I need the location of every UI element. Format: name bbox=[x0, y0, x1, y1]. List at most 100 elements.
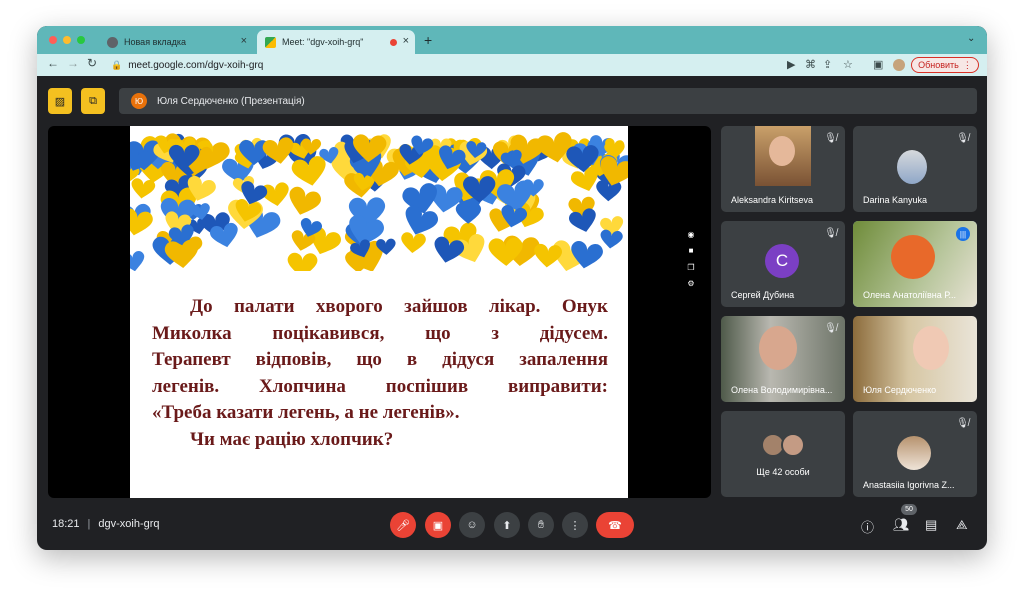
layers-icon[interactable]: ❐ bbox=[687, 263, 694, 272]
participant-avatar bbox=[897, 150, 927, 184]
participant-tile[interactable]: С 🎙︎̸ Сергей Дубина bbox=[721, 221, 845, 307]
tab-meet[interactable]: Meet: "dgv-xoih-grq" × bbox=[257, 30, 415, 54]
meet-top-bar: ▨ ⧉ Ю Юля Сердюченко (Презентація) bbox=[37, 76, 987, 122]
share-icon[interactable]: ⇪ bbox=[823, 58, 832, 71]
settings-gear-icon[interactable]: ⚙ bbox=[687, 279, 694, 288]
mic-off-icon: 🎙︎̸ bbox=[824, 133, 837, 144]
camera-icon[interactable]: ◉ bbox=[688, 230, 695, 239]
translate-icon[interactable]: ⌘ bbox=[805, 58, 816, 71]
divider: | bbox=[87, 518, 91, 530]
camera-blocked-icon[interactable]: ▶ bbox=[787, 58, 795, 71]
tab-title: Meet: "dgv-xoih-grq" bbox=[282, 37, 364, 47]
participant-face bbox=[769, 136, 795, 166]
sidepanel-icon[interactable]: ▣ bbox=[873, 58, 883, 71]
present-screen-icon: ⬆ bbox=[502, 519, 512, 532]
heart-shape bbox=[287, 252, 318, 271]
browser-window: Новая вкладка × Meet: "dgv-xoih-grq" × +… bbox=[37, 26, 987, 550]
stop-presenting-icon[interactable]: ▨ bbox=[48, 88, 72, 114]
participant-name: Anastasiia Igorivna Z... bbox=[863, 480, 955, 490]
heart-shape bbox=[130, 250, 147, 271]
meeting-controls: 18:21 | dgv-xoih-grq 🎤︎ ▣ ☺ ⬆ ✋︎ ⋮ ☎ ⓘ 5… bbox=[37, 504, 987, 550]
more-participants-label: Ще 42 особи bbox=[756, 467, 810, 477]
slide-text: До палати хворого зайшов лікар. Онук Мик… bbox=[152, 294, 608, 453]
close-window-button[interactable] bbox=[49, 36, 57, 44]
participant-name: Олена Володимирівна... bbox=[731, 385, 833, 395]
back-icon[interactable]: ← bbox=[47, 56, 59, 70]
participant-tile[interactable]: 🎙︎̸ Anastasiia Igorivna Z... bbox=[853, 411, 977, 497]
chat-icon[interactable]: ▤ bbox=[925, 517, 937, 533]
camera-off-icon: ▣ bbox=[432, 519, 444, 532]
video-icon[interactable]: ■ bbox=[689, 246, 694, 255]
participant-tile[interactable]: 🎙︎̸ Aleksandra Kiritseva bbox=[721, 126, 845, 212]
participant-name: Aleksandra Kiritseva bbox=[731, 195, 814, 205]
more-participants-tile[interactable]: Ще 42 особи bbox=[721, 411, 845, 497]
new-tab-button[interactable]: + bbox=[424, 32, 432, 48]
participant-tile[interactable]: Юля Сердюченко bbox=[853, 316, 977, 402]
meeting-info: 18:21 | dgv-xoih-grq bbox=[52, 518, 160, 530]
participant-name: Олена Анатоліївна Р... bbox=[863, 290, 957, 300]
url-text: meet.google.com/dgv-xoih-grq bbox=[128, 59, 264, 71]
raise-hand-button[interactable]: ✋︎ bbox=[528, 512, 554, 538]
participant-face bbox=[759, 326, 797, 370]
address-bar[interactable]: 🔒 meet.google.com/dgv-xoih-grq bbox=[103, 56, 903, 74]
present-button[interactable]: ⬆ bbox=[494, 512, 520, 538]
heart-shape bbox=[284, 185, 323, 220]
presentation-side-controls: ◉ ■ ❐ ⚙ bbox=[684, 226, 698, 292]
participant-tile[interactable]: 🎙︎̸ Олена Володимирівна... bbox=[721, 316, 845, 402]
participant-name: Darina Kanyuka bbox=[863, 195, 928, 205]
participant-avatar bbox=[897, 436, 931, 470]
participant-face bbox=[913, 326, 949, 370]
participant-tile[interactable]: 🎙︎̸ Darina Kanyuka bbox=[853, 126, 977, 212]
mic-off-icon: 🎙︎̸ bbox=[824, 323, 837, 334]
pin-presentation-icon[interactable]: ⧉ bbox=[81, 88, 105, 114]
slide-line: Терапевт відповів, що в дідуся запалення bbox=[152, 349, 608, 370]
meeting-time: 18:21 bbox=[52, 518, 80, 530]
profile-avatar[interactable] bbox=[893, 59, 905, 71]
mic-off-icon: 🎙︎̸ bbox=[956, 133, 969, 144]
tab-title: Новая вкладка bbox=[124, 37, 187, 47]
participant-name: Сергей Дубина bbox=[731, 290, 795, 300]
hearts-decoration bbox=[130, 130, 628, 271]
more-options-button[interactable]: ⋮ bbox=[562, 512, 588, 538]
reload-icon[interactable]: ↻ bbox=[87, 56, 97, 70]
mic-off-button[interactable]: 🎤︎ bbox=[390, 512, 416, 538]
heart-shape bbox=[130, 177, 156, 201]
participant-initial-avatar: С bbox=[765, 244, 799, 278]
slide: До палати хворого зайшов лікар. Онук Мик… bbox=[130, 126, 628, 498]
people-icon[interactable]: 👥︎ bbox=[893, 517, 910, 533]
tab-new-tab[interactable]: Новая вкладка × bbox=[101, 30, 253, 54]
end-call-button[interactable]: ☎ bbox=[596, 512, 634, 538]
participant-tile-speaking[interactable]: ||| Олена Анатоліївна Р... bbox=[853, 221, 977, 307]
menu-dots-icon: ⋮ bbox=[962, 59, 972, 70]
presentation-stage: До палати хворого зайшов лікар. Онук Мик… bbox=[48, 126, 711, 498]
presenter-avatar: Ю bbox=[131, 93, 147, 109]
meet-icon bbox=[265, 36, 276, 48]
speaking-indicator-icon: ||| bbox=[956, 227, 970, 241]
slide-line: «Треба казати легень, а не легенів». bbox=[152, 402, 460, 423]
update-label: Обновить bbox=[918, 60, 959, 70]
info-icon[interactable]: ⓘ bbox=[861, 517, 874, 536]
people-count-badge: 50 bbox=[901, 504, 917, 515]
tab-close-icon[interactable]: × bbox=[403, 35, 409, 47]
reactions-button[interactable]: ☺ bbox=[459, 512, 485, 538]
presenter-label: Юля Сердюченко (Презентація) bbox=[157, 95, 305, 107]
heart-shape bbox=[400, 231, 427, 255]
participant-name: Юля Сердюченко bbox=[863, 385, 937, 395]
mic-off-icon: 🎤︎ bbox=[396, 519, 410, 532]
camera-off-button[interactable]: ▣ bbox=[425, 512, 451, 538]
minimize-window-button[interactable] bbox=[63, 36, 71, 44]
bookmark-star-icon[interactable]: ☆ bbox=[843, 58, 853, 71]
tab-search-icon[interactable]: ⌄ bbox=[967, 33, 975, 44]
participant-face bbox=[891, 235, 935, 279]
heart-shape bbox=[532, 243, 563, 269]
activities-icon[interactable]: ⟁ bbox=[956, 517, 968, 533]
lock-icon: 🔒 bbox=[111, 59, 123, 70]
update-button[interactable]: Обновить ⋮ bbox=[911, 57, 979, 73]
presentation-bar: Ю Юля Сердюченко (Презентація) bbox=[119, 88, 977, 114]
maximize-window-button[interactable] bbox=[77, 36, 85, 44]
forward-icon[interactable]: → bbox=[67, 56, 79, 70]
tab-close-icon[interactable]: × bbox=[241, 35, 247, 47]
slide-question: Чи має рацію хлопчик? bbox=[190, 428, 394, 450]
slide-line: До палати хворого зайшов лікар. Онук bbox=[190, 296, 608, 317]
emoji-icon: ☺ bbox=[466, 519, 478, 531]
